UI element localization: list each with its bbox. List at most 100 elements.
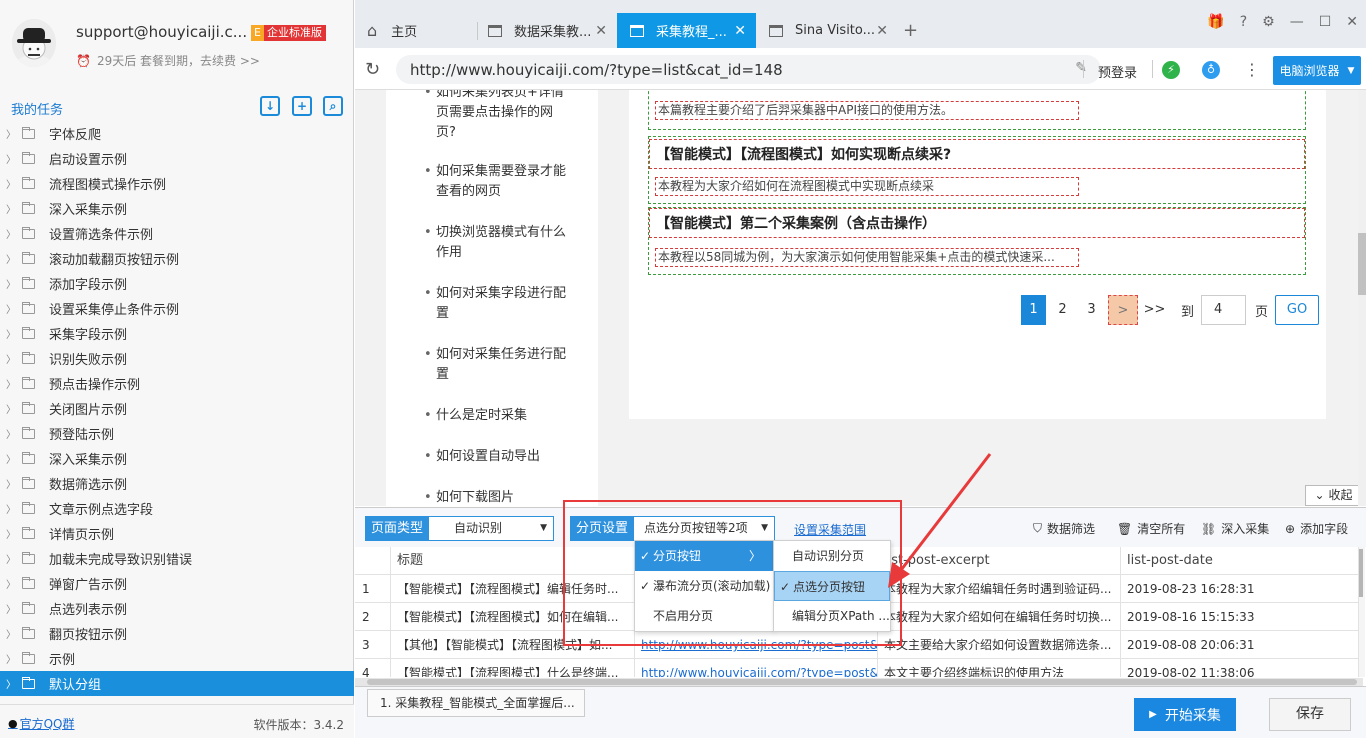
- tab-data-collection[interactable]: 数据采集教... ✕: [475, 13, 617, 48]
- page-1-button[interactable]: 1: [1021, 295, 1046, 325]
- start-collection-button[interactable]: ▶ 开始采集: [1134, 698, 1236, 731]
- task-group-item[interactable]: 〉 关闭图片示例: [0, 396, 354, 421]
- chevron-right-icon[interactable]: 〉: [0, 426, 22, 441]
- task-group-item[interactable]: 〉 启动设置示例: [0, 146, 354, 171]
- task-group-item[interactable]: 〉 预点击操作示例: [0, 371, 354, 396]
- task-group-item[interactable]: 〉 添加字段示例: [0, 271, 354, 296]
- chevron-right-icon[interactable]: 〉: [0, 326, 22, 341]
- task-group-item[interactable]: 〉 设置采集停止条件示例: [0, 296, 354, 321]
- table-row[interactable]: 4 【智能模式】【流程图模式】什么是终端... http://www.houyica…: [355, 659, 1359, 677]
- more-menu-icon[interactable]: ⋮: [1244, 60, 1260, 79]
- side-article-link[interactable]: 如何对采集任务进行配置: [424, 345, 566, 385]
- pre-login-button[interactable]: 预登录: [1098, 62, 1137, 81]
- next-page-button[interactable]: >: [1108, 295, 1138, 325]
- chevron-right-icon[interactable]: 〉: [0, 201, 22, 216]
- current-task-tab[interactable]: 1. 采集教程_智能模式_全面掌握后...: [367, 689, 585, 717]
- qq-group-label[interactable]: 官方QQ群: [20, 715, 75, 732]
- task-group-item[interactable]: 〉 字体反爬: [0, 121, 354, 146]
- chevron-right-icon[interactable]: 〉: [0, 526, 22, 541]
- task-group-item[interactable]: 〉 采集字段示例: [0, 321, 354, 346]
- url-text[interactable]: http://www.houyicaiji.com/?type=list&cat…: [410, 61, 783, 79]
- article-card[interactable]: 本篇教程主要介绍了后羿采集器中API接口的使用方法。: [648, 90, 1306, 130]
- renew-text[interactable]: 29天后 套餐到期，去续费 >>: [97, 52, 260, 69]
- side-article-link[interactable]: 如何采集需要登录才能查看的网页: [424, 162, 566, 202]
- add-field-button[interactable]: ⊕ 添加字段: [1285, 520, 1348, 537]
- task-group-item[interactable]: 〉 详情页示例: [0, 521, 354, 546]
- task-group-item[interactable]: 〉 流程图模式操作示例: [0, 171, 354, 196]
- task-group-item[interactable]: 〉 深入采集示例: [0, 446, 354, 471]
- page-3-button[interactable]: 3: [1079, 295, 1104, 325]
- side-article-link[interactable]: 切换浏览器模式有什么作用: [424, 223, 566, 263]
- side-article-link[interactable]: 如何采集列表页+详情页需要点击操作的网页?: [424, 90, 566, 143]
- task-group-item[interactable]: 〉 示例: [0, 646, 354, 671]
- go-button[interactable]: GO: [1275, 295, 1320, 325]
- chevron-right-icon[interactable]: 〉: [0, 376, 22, 391]
- chevron-right-icon[interactable]: 〉: [0, 401, 22, 416]
- close-window-icon[interactable]: ✕: [1346, 14, 1358, 30]
- chevron-right-icon[interactable]: 〉: [0, 551, 22, 566]
- clear-all-button[interactable]: 🗑 清空所有: [1117, 520, 1185, 537]
- chevron-right-icon[interactable]: 〉: [0, 501, 22, 516]
- web-scrollbar[interactable]: [1358, 90, 1366, 506]
- tab-tutorial[interactable]: 采集教程_... ✕: [617, 13, 756, 48]
- chevron-right-icon[interactable]: 〉: [0, 476, 22, 491]
- chevron-right-icon[interactable]: 〉: [0, 626, 22, 641]
- chevron-right-icon[interactable]: 〉: [0, 651, 22, 666]
- chevron-right-icon[interactable]: 〉: [0, 351, 22, 366]
- web-scrollbar-thumb[interactable]: [1358, 233, 1366, 295]
- chevron-right-icon[interactable]: 〉: [0, 151, 22, 166]
- search-task-icon[interactable]: ⌕: [323, 96, 343, 116]
- maximize-icon[interactable]: ☐: [1319, 14, 1332, 30]
- task-group-item[interactable]: 〉 点选列表示例: [0, 596, 354, 621]
- gift-icon[interactable]: 🎁: [1207, 14, 1224, 30]
- chevron-right-icon[interactable]: 〉: [0, 601, 22, 616]
- url-field[interactable]: http://www.houyicaiji.com/?type=list&cat…: [396, 55, 1101, 84]
- table-horizontal-scrollbar[interactable]: [355, 678, 1363, 686]
- edit-pencil-icon[interactable]: ✎: [1075, 60, 1087, 76]
- table-horizontal-scrollbar-thumb[interactable]: [367, 679, 1357, 685]
- new-tab-button[interactable]: +: [903, 20, 918, 41]
- chevron-right-icon[interactable]: 〉: [0, 126, 22, 141]
- task-group-item[interactable]: 〉 滚动加载翻页按钮示例: [0, 246, 354, 271]
- browser-mode-button[interactable]: 电脑浏览器 ▼: [1273, 56, 1361, 85]
- collapse-button[interactable]: ⌄ 收起: [1305, 485, 1362, 506]
- chevron-right-icon[interactable]: 〉: [0, 251, 22, 266]
- side-article-link[interactable]: 如何设置自动导出: [424, 447, 566, 467]
- chevron-right-icon[interactable]: 〉: [0, 276, 22, 291]
- new-task-icon[interactable]: +: [292, 96, 312, 116]
- article-title[interactable]: 【智能模式】第二个采集案例（含点击操作）: [649, 208, 1305, 238]
- table-vertical-scrollbar[interactable]: [1359, 547, 1365, 677]
- chevron-right-icon[interactable]: 〉: [0, 226, 22, 241]
- close-tab-icon[interactable]: ✕: [876, 23, 888, 39]
- task-group-item[interactable]: 〉 预登陆示例: [0, 421, 354, 446]
- chevron-right-icon[interactable]: 〉: [0, 451, 22, 466]
- column-header[interactable]: list-post-date: [1121, 547, 1359, 575]
- help-icon[interactable]: ?: [1240, 14, 1247, 30]
- data-filter-button[interactable]: ⛉ 数据筛选: [1033, 520, 1095, 537]
- qq-group-link[interactable]: ● 官方QQ群: [8, 715, 75, 732]
- deep-collect-button[interactable]: ⛓ 深入采集: [1201, 520, 1269, 537]
- article-card[interactable]: 【智能模式】【流程图模式】如何实现断点续采? 本教程为大家介绍如何在流程图模式中…: [648, 136, 1306, 204]
- import-task-icon[interactable]: ↓: [260, 96, 280, 116]
- task-group-item[interactable]: 〉 深入采集示例: [0, 196, 354, 221]
- task-group-item[interactable]: 〉 识别失败示例: [0, 346, 354, 371]
- tab-home[interactable]: ⌂ 主页: [355, 13, 468, 48]
- tab-sina[interactable]: Sina Visito... ✕: [756, 13, 898, 48]
- task-group-item[interactable]: 〉 加载未完成导致识别错误: [0, 546, 354, 571]
- chevron-right-icon[interactable]: 〉: [0, 576, 22, 591]
- article-card[interactable]: 【智能模式】第二个采集案例（含点击操作） 本教程以58同城为例，为大家演示如何使…: [648, 207, 1306, 275]
- column-header[interactable]: [355, 547, 391, 575]
- task-group-item[interactable]: 〉 文章示例点选字段: [0, 496, 354, 521]
- task-group-item[interactable]: 〉 设置筛选条件示例: [0, 221, 354, 246]
- renew-row[interactable]: ⏰ 29天后 套餐到期，去续费 >>: [76, 52, 260, 69]
- reload-icon[interactable]: ↻: [365, 59, 380, 80]
- page-type-select[interactable]: 自动识别 ▼: [428, 516, 554, 541]
- table-vertical-scrollbar-thumb[interactable]: [1359, 549, 1363, 597]
- close-tab-icon[interactable]: ✕: [595, 23, 607, 39]
- chevron-right-icon[interactable]: 〉: [0, 301, 22, 316]
- task-group-item[interactable]: 〉 数据筛选示例: [0, 471, 354, 496]
- save-button[interactable]: 保存: [1269, 698, 1351, 731]
- avatar[interactable]: [12, 19, 56, 67]
- close-tab-icon[interactable]: ✕: [734, 23, 746, 39]
- side-article-link[interactable]: 如何下载图片: [424, 488, 566, 506]
